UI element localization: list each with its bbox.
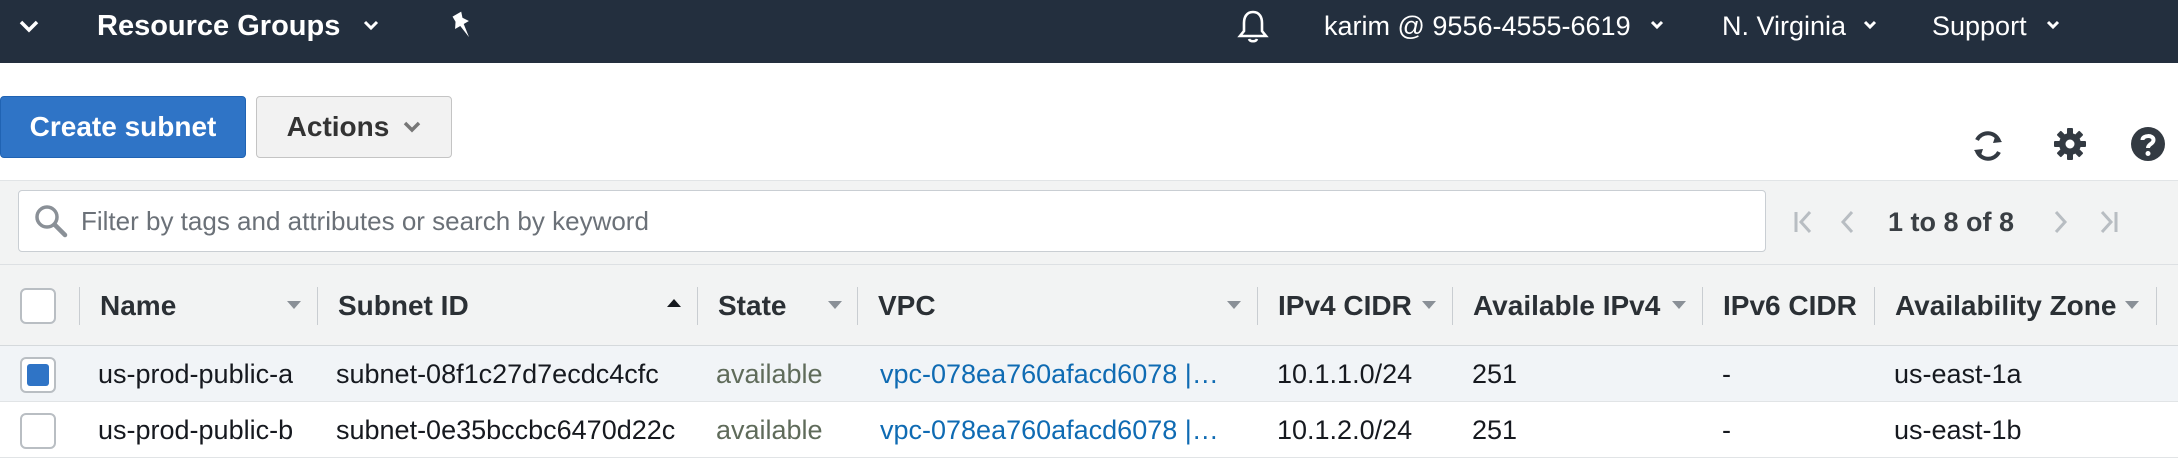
row-checkbox[interactable] (20, 357, 56, 393)
column-header-availability-zone[interactable]: Availability Zone (1895, 265, 2116, 347)
column-divider (1702, 287, 1703, 325)
region-label: N. Virginia (1722, 10, 1847, 41)
account-label: karim @ 9556-4555-6619 (1324, 10, 1631, 41)
chevron-down-icon (1649, 19, 1671, 33)
column-header-ipv4-cidr[interactable]: IPv4 CIDR (1278, 265, 1412, 347)
column-divider (317, 287, 318, 325)
previous-page-icon[interactable] (1836, 200, 1858, 244)
resource-groups-label: Resource Groups (97, 9, 341, 42)
column-divider (697, 287, 698, 325)
services-menu-chevron-icon[interactable] (18, 0, 40, 52)
cell-name: us-prod-public-b (98, 414, 294, 445)
actions-label: Actions (286, 111, 390, 142)
column-header-name[interactable]: Name (100, 265, 176, 347)
sort-caret-icon[interactable] (1672, 301, 1686, 309)
pagination-status: 1 to 8 of 8 (1888, 206, 2015, 237)
column-header-ipv6-cidr[interactable]: IPv6 CIDR (1723, 265, 1857, 347)
cell-vpc-link[interactable]: vpc-078ea760afacd6078 |… (880, 402, 1240, 458)
table-row[interactable]: us-prod-public-b subnet-0e35bccbc6470d22… (0, 402, 2178, 458)
search-icon (35, 205, 68, 238)
column-divider (79, 287, 80, 325)
top-navigation-bar: Resource Groups karim @ 9556-4555-6619 N… (0, 0, 2178, 63)
search-box (18, 190, 1766, 252)
cell-subnet-id: subnet-0e35bccbc6470d22c (336, 414, 676, 445)
refresh-icon[interactable] (1968, 126, 2008, 166)
help-icon[interactable] (2128, 124, 2168, 164)
resource-groups-menu[interactable]: Resource Groups (97, 0, 384, 52)
column-header-vpc[interactable]: VPC (878, 265, 936, 347)
next-page-icon[interactable] (2050, 200, 2072, 244)
cell-availability-zone: us-east-1b (1894, 414, 2022, 445)
sort-caret-icon[interactable] (287, 301, 301, 309)
sort-caret-icon[interactable] (1227, 301, 1241, 309)
column-header-subnet-id[interactable]: Subnet ID (338, 265, 469, 347)
gear-icon[interactable] (2050, 124, 2090, 164)
pin-icon[interactable] (448, 0, 476, 52)
sort-caret-icon[interactable] (1422, 301, 1436, 309)
sort-caret-icon[interactable] (2125, 301, 2139, 309)
cell-state: available (716, 358, 823, 389)
support-menu[interactable]: Support (1932, 0, 2067, 52)
last-page-icon[interactable] (2094, 200, 2122, 244)
support-label: Support (1932, 10, 2027, 41)
cell-ipv4-cidr: 10.1.2.0/24 (1277, 414, 1413, 445)
cell-subnet-id: subnet-08f1c27d7ecdc4cfc (336, 358, 659, 389)
search-input[interactable] (81, 205, 1741, 237)
column-divider (1257, 287, 1258, 325)
column-divider (1452, 287, 1453, 325)
account-menu[interactable]: karim @ 9556-4555-6619 (1324, 0, 1671, 52)
table-header: Name Subnet ID State VPC IPv4 CIDR Avail… (0, 264, 2178, 346)
chevron-down-icon (2045, 19, 2067, 33)
column-header-state[interactable]: State (718, 265, 786, 347)
column-divider (2156, 287, 2157, 325)
chevron-down-icon (362, 19, 384, 33)
cell-ipv6-cidr: - (1722, 414, 1731, 445)
cell-available-ipv4: 251 (1472, 414, 1518, 445)
select-all-checkbox[interactable] (20, 288, 56, 324)
cell-ipv6-cidr: - (1722, 358, 1731, 389)
first-page-icon[interactable] (1790, 200, 1818, 244)
cell-state: available (716, 414, 823, 445)
chevron-down-icon (1862, 19, 1884, 33)
table-row[interactable]: us-prod-public-a subnet-08f1c27d7ecdc4cf… (0, 346, 2178, 402)
column-divider (857, 287, 858, 325)
cell-available-ipv4: 251 (1472, 358, 1518, 389)
cell-availability-zone: us-east-1a (1894, 358, 2022, 389)
bell-icon[interactable] (1236, 0, 1270, 52)
column-divider (1874, 287, 1875, 325)
cell-vpc-link[interactable]: vpc-078ea760afacd6078 |… (880, 346, 1240, 402)
sort-ascending-icon[interactable] (667, 299, 681, 307)
actions-dropdown-button[interactable]: Actions (256, 96, 452, 158)
column-header-available-ipv4[interactable]: Available IPv4 (1473, 265, 1660, 347)
sort-caret-icon[interactable] (828, 301, 842, 309)
chevron-down-icon (404, 121, 421, 133)
cell-ipv4-cidr: 10.1.1.0/24 (1277, 358, 1413, 389)
chevron-down-icon (19, 20, 39, 33)
cell-name: us-prod-public-a (98, 358, 294, 389)
region-menu[interactable]: N. Virginia (1722, 0, 1884, 52)
row-checkbox[interactable] (20, 413, 56, 449)
create-subnet-button[interactable]: Create subnet (0, 96, 246, 158)
